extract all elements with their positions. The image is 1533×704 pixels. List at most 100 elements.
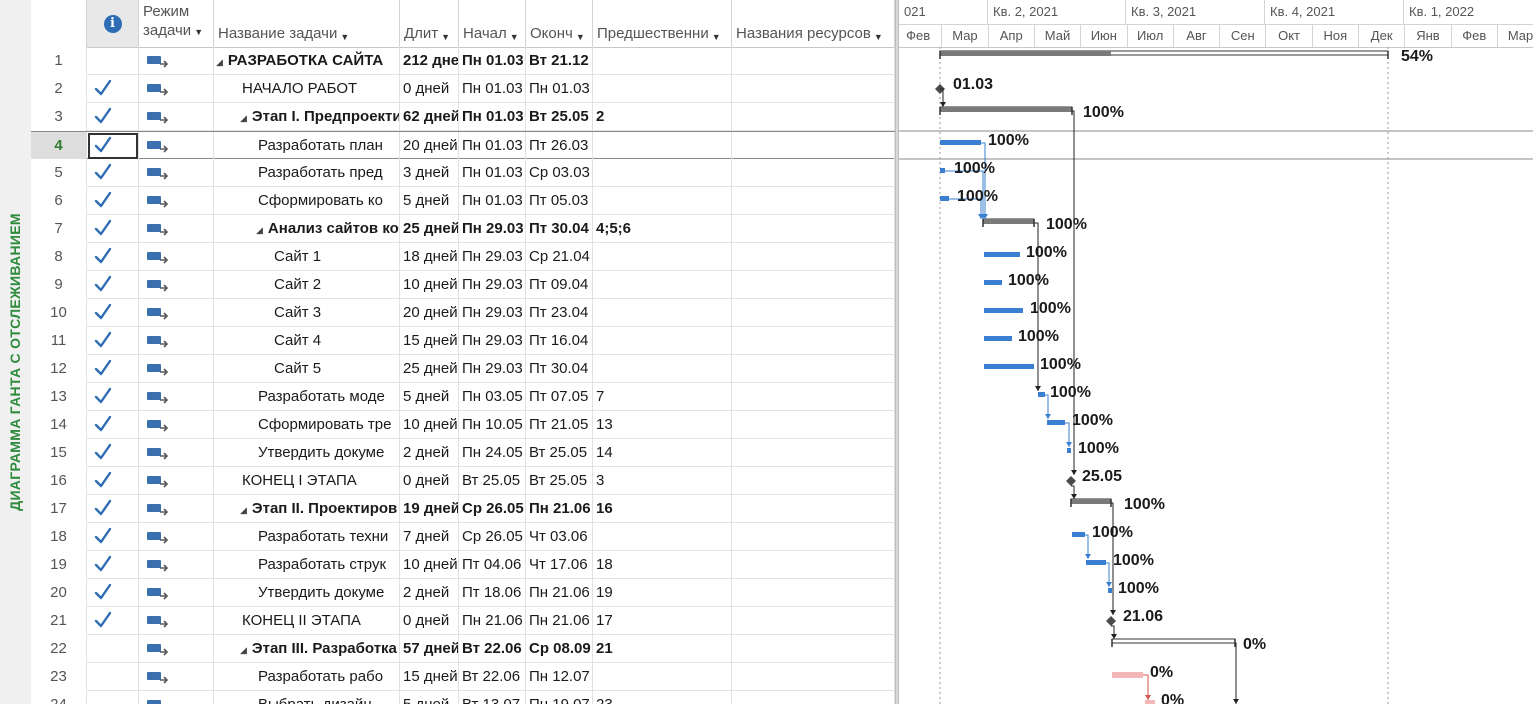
task-res-cell[interactable] bbox=[732, 271, 895, 299]
indicator-cell[interactable] bbox=[87, 439, 139, 467]
task-res-cell[interactable] bbox=[732, 159, 895, 187]
table-row[interactable]: 14 Сформировать тре 10 дней Пн 10.05 Пт 21.0… bbox=[31, 411, 895, 439]
task-start-cell[interactable]: Пн 01.03 bbox=[459, 159, 526, 187]
task-name-cell[interactable]: Разработать план bbox=[214, 132, 400, 160]
task-pred-cell[interactable]: 13 bbox=[593, 411, 732, 439]
table-row[interactable]: 23 Разработать рабо 15 дней Вт 22.06 Пн 12.0… bbox=[31, 663, 895, 691]
task-finish-cell[interactable]: Пт 09.04 bbox=[526, 271, 593, 299]
row-number[interactable]: 4 bbox=[31, 132, 87, 160]
task-mode-cell[interactable] bbox=[139, 551, 214, 579]
indicator-cell[interactable] bbox=[87, 411, 139, 439]
task-pred-cell[interactable]: 18 bbox=[593, 551, 732, 579]
task-finish-cell[interactable]: Пн 19.07 bbox=[526, 691, 593, 704]
task-start-cell[interactable]: Пн 10.05 bbox=[459, 411, 526, 439]
row-number[interactable]: 18 bbox=[31, 523, 87, 551]
row-number[interactable]: 5 bbox=[31, 159, 87, 187]
task-mode-cell[interactable] bbox=[139, 355, 214, 383]
row-number[interactable]: 8 bbox=[31, 243, 87, 271]
task-name-cell[interactable]: Утвердить докуме bbox=[214, 439, 400, 467]
indicator-cell[interactable] bbox=[87, 691, 139, 704]
task-res-cell[interactable] bbox=[732, 467, 895, 495]
task-mode-cell[interactable] bbox=[139, 607, 214, 635]
indicator-cell[interactable] bbox=[87, 551, 139, 579]
task-pred-cell[interactable] bbox=[593, 159, 732, 187]
row-number[interactable]: 10 bbox=[31, 299, 87, 327]
task-start-cell[interactable]: Пн 29.03 bbox=[459, 243, 526, 271]
task-mode-cell[interactable] bbox=[139, 411, 214, 439]
task-finish-cell[interactable]: Пн 01.03 bbox=[526, 75, 593, 103]
task-duration-cell[interactable]: 7 дней bbox=[400, 523, 459, 551]
task-pred-cell[interactable] bbox=[593, 327, 732, 355]
task-duration-cell[interactable]: 20 дней bbox=[400, 299, 459, 327]
table-row[interactable]: 13 Разработать моде 5 дней Пн 03.05 Пт 07.05… bbox=[31, 383, 895, 411]
task-start-cell[interactable]: Вт 22.06 bbox=[459, 663, 526, 691]
row-number[interactable]: 12 bbox=[31, 355, 87, 383]
task-mode-cell[interactable] bbox=[139, 579, 214, 607]
task-name-cell[interactable]: Утвердить докуме bbox=[214, 579, 400, 607]
task-duration-cell[interactable]: 25 дней bbox=[400, 355, 459, 383]
task-name-cell[interactable]: Разработать пред bbox=[214, 159, 400, 187]
collapse-triangle-icon[interactable]: ◢ bbox=[240, 505, 247, 515]
task-res-cell[interactable] bbox=[732, 75, 895, 103]
task-pred-cell[interactable] bbox=[593, 47, 732, 75]
task-finish-cell[interactable]: Пт 07.05 bbox=[526, 383, 593, 411]
task-res-cell[interactable] bbox=[732, 355, 895, 383]
task-start-cell[interactable]: Пн 03.05 bbox=[459, 383, 526, 411]
row-number[interactable]: 15 bbox=[31, 439, 87, 467]
task-pred-cell[interactable]: 2 bbox=[593, 103, 732, 131]
task-name-cell[interactable]: Сайт 5 bbox=[214, 355, 400, 383]
table-row[interactable]: 1 ◢ РАЗРАБОТКА САЙТА 212 дне Пн 01.03 Вт 21.1… bbox=[31, 47, 895, 75]
indicator-cell[interactable] bbox=[87, 663, 139, 691]
task-res-cell[interactable] bbox=[732, 635, 895, 663]
task-pred-cell[interactable] bbox=[593, 299, 732, 327]
indicator-cell[interactable] bbox=[87, 383, 139, 411]
task-start-cell[interactable]: Пн 01.03 bbox=[459, 187, 526, 215]
task-pred-cell[interactable]: 14 bbox=[593, 439, 732, 467]
task-finish-cell[interactable]: Ср 03.03 bbox=[526, 159, 593, 187]
task-res-cell[interactable] bbox=[732, 299, 895, 327]
task-name-cell[interactable]: Разработать струк bbox=[214, 551, 400, 579]
task-finish-cell[interactable]: Пт 23.04 bbox=[526, 299, 593, 327]
table-row[interactable]: 8 Сайт 1 18 дней Пн 29.03 Ср 21.04 bbox=[31, 243, 895, 271]
collapse-triangle-icon[interactable]: ◢ bbox=[216, 57, 223, 67]
task-pred-cell[interactable] bbox=[593, 132, 732, 160]
task-mode-cell[interactable] bbox=[139, 635, 214, 663]
task-name-cell[interactable]: Выбрать дизайн bbox=[214, 691, 400, 704]
row-number[interactable]: 20 bbox=[31, 579, 87, 607]
task-duration-cell[interactable]: 0 дней bbox=[400, 467, 459, 495]
task-start-cell[interactable]: Пт 04.06 bbox=[459, 551, 526, 579]
task-name-cell[interactable]: ◢ Анализ сайтов ко bbox=[214, 215, 400, 243]
table-row[interactable]: 20 Утвердить докуме 2 дней Пт 18.06 Пн 21.06… bbox=[31, 579, 895, 607]
table-row[interactable]: 16 КОНЕЦ I ЭТАПА 0 дней Вт 25.05 Вт 25.05 3 bbox=[31, 467, 895, 495]
task-res-cell[interactable] bbox=[732, 663, 895, 691]
task-pred-cell[interactable]: 19 bbox=[593, 579, 732, 607]
collapse-triangle-icon[interactable]: ◢ bbox=[256, 225, 263, 235]
task-duration-cell[interactable]: 0 дней bbox=[400, 607, 459, 635]
task-start-cell[interactable]: Пт 18.06 bbox=[459, 579, 526, 607]
task-res-cell[interactable] bbox=[732, 439, 895, 467]
task-name-cell[interactable]: НАЧАЛО РАБОТ bbox=[214, 75, 400, 103]
task-finish-cell[interactable]: Вт 25.05 bbox=[526, 103, 593, 131]
row-number[interactable]: 11 bbox=[31, 327, 87, 355]
table-row[interactable]: 3 ◢ Этап I. Предпроекти 62 дней Пн 01.03 Вт 2… bbox=[31, 103, 895, 131]
indicator-cell[interactable] bbox=[87, 327, 139, 355]
indicator-cell[interactable] bbox=[87, 607, 139, 635]
task-name-cell[interactable]: Сайт 3 bbox=[214, 299, 400, 327]
task-duration-cell[interactable]: 25 дней bbox=[400, 215, 459, 243]
indicator-cell[interactable] bbox=[87, 187, 139, 215]
task-pred-cell[interactable] bbox=[593, 663, 732, 691]
task-name-cell[interactable]: Сайт 2 bbox=[214, 271, 400, 299]
row-number[interactable]: 1 bbox=[31, 47, 87, 75]
task-duration-cell[interactable]: 62 дней bbox=[400, 103, 459, 131]
task-name-cell[interactable]: Сайт 4 bbox=[214, 327, 400, 355]
task-duration-cell[interactable]: 10 дней bbox=[400, 551, 459, 579]
task-start-cell[interactable]: Пн 21.06 bbox=[459, 607, 526, 635]
task-pred-cell[interactable] bbox=[593, 187, 732, 215]
task-duration-cell[interactable]: 10 дней bbox=[400, 411, 459, 439]
task-name-cell[interactable]: Сайт 1 bbox=[214, 243, 400, 271]
task-finish-cell[interactable]: Пт 30.04 bbox=[526, 355, 593, 383]
task-duration-cell[interactable]: 5 дней bbox=[400, 691, 459, 704]
table-row[interactable]: 7 ◢ Анализ сайтов ко 25 дней Пн 29.03 Пт 30.0… bbox=[31, 215, 895, 243]
indicator-cell[interactable] bbox=[87, 271, 139, 299]
task-res-cell[interactable] bbox=[732, 411, 895, 439]
